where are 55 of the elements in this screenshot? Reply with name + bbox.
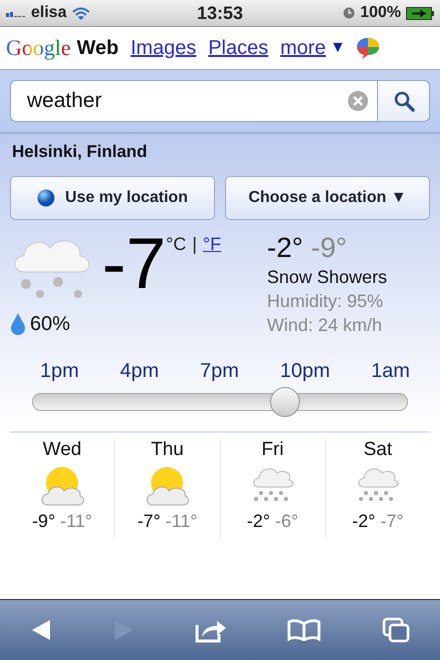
precipitation-chance: 60% (30, 312, 70, 336)
pages-icon (382, 617, 410, 643)
day-name: Thu (151, 439, 184, 461)
low-temperature: -11° (166, 511, 198, 531)
time-slider[interactable] (32, 387, 408, 417)
search-field[interactable]: weather (10, 80, 378, 122)
location-button[interactable]: Use my location (10, 176, 215, 220)
signal-icon (6, 9, 26, 17)
book-icon (287, 619, 322, 641)
unit-separator: | (192, 234, 197, 255)
location-name: Helsinki, Finland (11, 141, 148, 163)
nav-tab[interactable]: more (280, 36, 326, 60)
day-name: Fri (262, 439, 284, 461)
chat-bubble-icon[interactable] (356, 37, 380, 59)
search-button[interactable] (378, 80, 430, 122)
unit-toggle[interactable]: °C (166, 234, 186, 255)
day-name: Wed (42, 439, 82, 461)
hour-label[interactable]: 1am (371, 360, 410, 383)
high-temperature: -9° (32, 511, 56, 531)
slider-thumb[interactable] (270, 387, 300, 417)
condition-text: Snow Showers (267, 267, 388, 288)
globe-icon (37, 189, 56, 207)
battery-icon (406, 6, 434, 20)
hour-label[interactable]: 10pm (280, 360, 330, 383)
water-drop-icon (10, 312, 26, 336)
wind-text: Wind: 24 km/h (267, 315, 384, 336)
low-temperature: -7° (380, 511, 404, 531)
battery-percentage: 100% (360, 4, 401, 22)
high-temperature: -2° (267, 232, 304, 263)
back-icon (30, 618, 52, 642)
hour-label[interactable]: 7pm (200, 360, 239, 383)
nav-tab[interactable]: Web (76, 36, 119, 60)
clock-time: 13:53 (196, 2, 244, 24)
nav-tab[interactable]: Places (208, 36, 268, 60)
low-temperature: -6° (275, 511, 298, 531)
nav-tab[interactable]: Images (130, 36, 196, 60)
day-name: Sat (364, 439, 392, 461)
unit-toggle[interactable]: °F (202, 234, 222, 255)
more-caret[interactable]: ▼ (330, 39, 346, 57)
clear-icon[interactable] (347, 90, 369, 112)
carrier-name: elisa (31, 4, 67, 22)
search-icon (392, 90, 414, 112)
high-temperature: -7° (137, 511, 161, 531)
high-temperature: -2° (246, 511, 270, 531)
forward-icon (112, 618, 135, 642)
low-temperature: -11° (60, 511, 92, 531)
wifi-icon (72, 6, 90, 20)
alarm-clock-icon (343, 7, 356, 19)
hour-label[interactable]: 4pm (120, 360, 159, 383)
current-temperature: -7 (102, 232, 166, 296)
hour-label[interactable]: 1pm (40, 360, 79, 383)
low-temperature: -9° (310, 232, 347, 263)
humidity-text: Humidity: 95% (267, 291, 384, 312)
location-button[interactable]: Choose a location ▼ (225, 176, 430, 220)
high-temperature: -2° (352, 511, 376, 531)
